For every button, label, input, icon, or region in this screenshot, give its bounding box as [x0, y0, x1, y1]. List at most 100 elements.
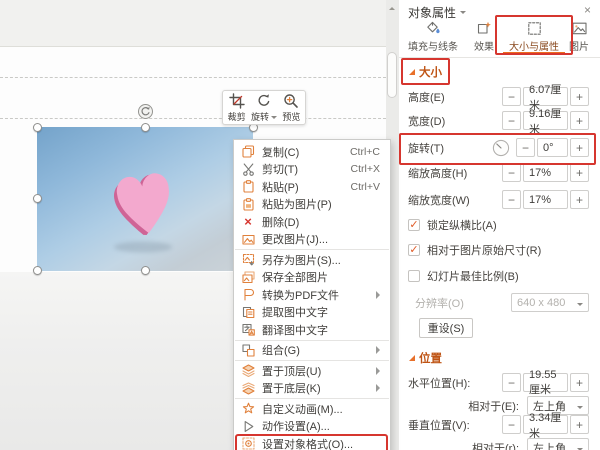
v-pos-value[interactable]: 3.34厘米: [523, 415, 568, 434]
width-plus-button[interactable]: +: [570, 111, 589, 130]
size-properties-icon: [527, 19, 542, 36]
rotation-minus-button[interactable]: −: [516, 138, 535, 157]
scale-height-plus-button[interactable]: +: [570, 163, 589, 182]
menu-item-delete[interactable]: × 删除(D): [234, 213, 390, 231]
menu-item-translate-text[interactable]: 翻译图中文字: [234, 321, 390, 339]
menu-separator: [235, 360, 389, 361]
picture-context-menu: 复制(C)Ctrl+C 剪切(T)Ctrl+X 粘贴(P)Ctrl+V 粘贴为图…: [233, 139, 391, 450]
chevron-down-icon: [577, 406, 583, 412]
tabs-divider: [399, 57, 600, 58]
width-value[interactable]: 9.16厘米: [523, 111, 568, 130]
menu-item-object-format[interactable]: 设置对象格式(O)...: [234, 435, 390, 450]
scale-height-row: 缩放高度(H) − 17% +: [408, 162, 589, 183]
menu-item-bring-to-front[interactable]: 置于顶层(U): [234, 362, 390, 380]
checkbox-icon: [408, 270, 420, 282]
relative-to-original-size-checkbox[interactable]: ✓ 相对于图片原始尺寸(R): [408, 241, 541, 259]
tab-size-properties[interactable]: 大小与属性: [501, 19, 567, 55]
height-value[interactable]: 6.07厘米: [523, 87, 568, 106]
size-section-header[interactable]: 大小: [409, 64, 442, 80]
selection-handle-mid-left[interactable]: [33, 194, 42, 203]
menu-item-copy[interactable]: 复制(C)Ctrl+C: [234, 143, 390, 161]
rotation-row: 旋转(T) − 0° +: [408, 137, 589, 158]
resolution-dropdown[interactable]: 640 x 480: [511, 293, 589, 312]
selection-handle-bottom-left[interactable]: [33, 266, 42, 275]
v-relative-dropdown[interactable]: 左上角: [527, 438, 589, 450]
selected-tab-underline: [503, 52, 565, 55]
crop-label: 裁剪: [228, 112, 246, 122]
menu-item-action-settings[interactable]: 动作设置(A)...: [234, 418, 390, 436]
shortcut-label: Ctrl+X: [351, 163, 384, 175]
rotation-plus-button[interactable]: +: [570, 138, 589, 157]
menu-item-custom-animation[interactable]: 自定义动画(M)...: [234, 400, 390, 418]
selection-handle-top-mid[interactable]: [141, 123, 150, 132]
horizontal-position-row: 水平位置(H): − 19.55厘米 +: [408, 372, 589, 393]
scale-height-value[interactable]: 17%: [523, 163, 568, 182]
group-icon: [241, 343, 255, 357]
submenu-arrow-icon: [376, 346, 384, 354]
selection-handle-top-left[interactable]: [33, 123, 42, 132]
picture-floating-toolbar: 裁剪 旋转 预览: [222, 90, 306, 125]
section-triangle-icon: [409, 69, 415, 75]
menu-item-paste[interactable]: 粘贴(P)Ctrl+V: [234, 178, 390, 196]
scale-width-value[interactable]: 17%: [523, 190, 568, 209]
cut-icon: [241, 162, 255, 176]
send-to-back-icon: [241, 381, 255, 395]
preview-zoom-icon: [283, 93, 299, 112]
crop-button[interactable]: 裁剪: [223, 91, 250, 124]
tab-fill-line[interactable]: 填充与线条: [403, 19, 463, 55]
menu-item-group[interactable]: 组合(G): [234, 342, 390, 360]
rotation-handle[interactable]: [138, 104, 153, 119]
width-row: 宽度(D) − 9.16厘米 +: [408, 110, 589, 131]
selected-picture[interactable]: [37, 127, 253, 271]
height-minus-button[interactable]: −: [502, 87, 521, 106]
vertical-position-row: 垂直位置(V): − 3.34厘米 +: [408, 414, 589, 435]
splitter-caret-icon: [389, 4, 395, 10]
tab-picture[interactable]: 图片: [562, 19, 596, 55]
change-image-icon: [241, 232, 255, 246]
placeholder-dashed-border-2: [0, 118, 386, 119]
rotate-button[interactable]: 旋转: [250, 91, 277, 124]
panel-close-button[interactable]: ×: [584, 3, 591, 17]
menu-separator: [235, 398, 389, 399]
shortcut-label: Ctrl+V: [351, 181, 384, 193]
h-pos-plus-button[interactable]: +: [570, 373, 589, 392]
top-band: [0, 0, 386, 47]
menu-item-cut[interactable]: 剪切(T)Ctrl+X: [234, 161, 390, 179]
menu-item-save-as-image[interactable]: 另存为图片(S)...: [234, 251, 390, 269]
menu-item-send-to-back[interactable]: 置于底层(K): [234, 380, 390, 398]
object-properties-panel: 对象属性 × 填充与线条 效果 大小与属性 图片 大小 高度(E) −: [399, 0, 600, 450]
reset-button[interactable]: 重设(S): [419, 318, 473, 338]
v-pos-minus-button[interactable]: −: [502, 415, 521, 434]
menu-item-paste-as-image[interactable]: 粘贴为图片(P): [234, 196, 390, 214]
menu-item-save-all-images[interactable]: 保存全部图片: [234, 269, 390, 287]
position-section-header[interactable]: 位置: [409, 350, 442, 366]
scale-width-plus-button[interactable]: +: [570, 190, 589, 209]
scale-width-minus-button[interactable]: −: [502, 190, 521, 209]
width-minus-button[interactable]: −: [502, 111, 521, 130]
v-relative-row: 相对于(r): 左上角: [408, 437, 589, 450]
submenu-arrow-icon: [376, 291, 384, 299]
height-plus-button[interactable]: +: [570, 87, 589, 106]
rotation-value[interactable]: 0°: [537, 138, 568, 157]
lock-aspect-ratio-checkbox[interactable]: ✓ 锁定纵横比(A): [408, 216, 497, 234]
rotation-dial[interactable]: [492, 139, 510, 157]
menu-item-pdf[interactable]: 转换为PDF文件: [234, 286, 390, 304]
checkbox-icon: ✓: [408, 244, 420, 256]
picture-icon: [572, 19, 587, 36]
resolution-row: 分辨率(O) 640 x 480: [415, 292, 589, 313]
menu-item-change-image[interactable]: 更改图片(J)...: [234, 231, 390, 249]
v-pos-plus-button[interactable]: +: [570, 415, 589, 434]
selection-handle-bottom-mid[interactable]: [141, 266, 150, 275]
h-pos-value[interactable]: 19.55厘米: [523, 373, 568, 392]
tab-effects[interactable]: 效果: [464, 19, 504, 55]
submenu-arrow-icon: [376, 384, 384, 392]
h-pos-minus-button[interactable]: −: [502, 373, 521, 392]
delete-icon: ×: [241, 215, 255, 229]
object-format-icon: [241, 437, 255, 450]
best-scale-for-slideshow-checkbox[interactable]: 幻灯片最佳比例(B): [408, 267, 519, 285]
bring-to-front-icon: [241, 364, 255, 378]
preview-button[interactable]: 预览: [278, 91, 305, 124]
menu-item-extract-text[interactable]: 提取图中文字: [234, 304, 390, 322]
scale-height-minus-button[interactable]: −: [502, 163, 521, 182]
panel-collapse-handle[interactable]: [387, 52, 397, 98]
